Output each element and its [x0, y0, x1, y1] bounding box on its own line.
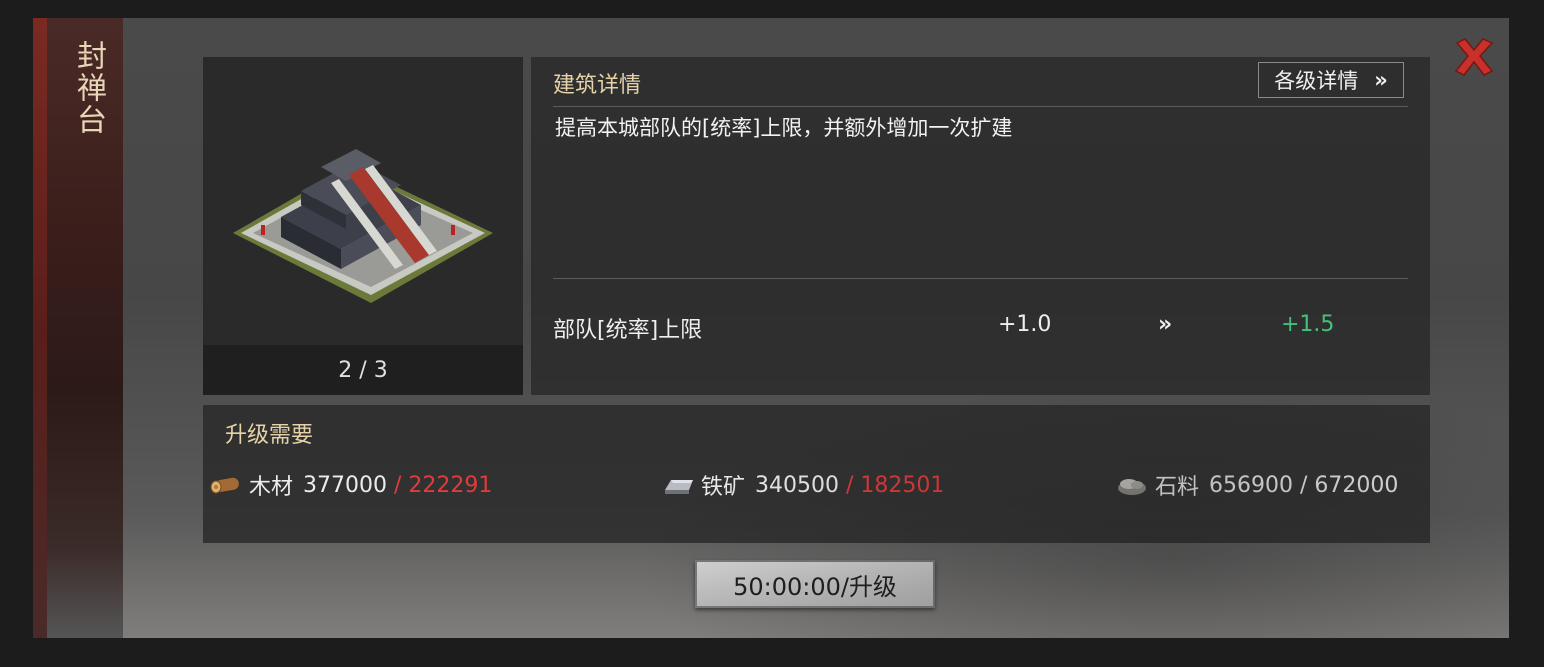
building-description: 提高本城部队的[统率]上限，并额外增加一次扩建 — [555, 116, 1013, 140]
resource-required: 222291 — [408, 472, 493, 498]
upgrade-button[interactable]: 50:00:00/升级 — [695, 560, 935, 608]
resource-required: 182501 — [860, 472, 945, 498]
building-dialog: 封禅台 2 / 3 建筑详情 各级详情 » 提高本城部队的[统率]上限，并额外增… — [33, 18, 1509, 638]
iron-ingot-icon — [665, 480, 693, 494]
requirements-panel: 升级需要 木材 377000 / 222291 铁矿 340500 / 1825… — [203, 405, 1430, 543]
stat-current-value: +1.0 — [998, 312, 1052, 337]
close-icon — [1454, 38, 1494, 76]
resource-owned: 656900 — [1209, 472, 1293, 498]
details-panel: 建筑详情 各级详情 » 提高本城部队的[统率]上限，并额外增加一次扩建 部队[统… — [531, 57, 1430, 395]
building-image — [233, 149, 493, 303]
divider — [553, 106, 1408, 107]
resource-separator: / — [1293, 472, 1315, 498]
page-indicator: 2 / 3 — [203, 345, 523, 395]
stat-next-value: +1.5 — [1281, 312, 1335, 337]
level-details-label: 各级详情 — [1274, 69, 1359, 93]
resource-separator: / — [839, 472, 861, 498]
close-button[interactable] — [1451, 34, 1497, 80]
requirements-title: 升级需要 — [225, 423, 314, 448]
building-name: 封禅台 — [71, 40, 106, 136]
resource-separator: / — [387, 472, 409, 498]
double-chevron-right-icon: » — [1158, 312, 1173, 337]
stat-row: 部队[统率]上限 +1.0 » +1.5 — [553, 312, 1413, 344]
building-image-panel: 2 / 3 — [203, 57, 523, 395]
resource-required: 672000 — [1314, 472, 1399, 498]
side-banner: 封禅台 — [33, 18, 123, 638]
stone-icon — [1118, 479, 1146, 495]
level-details-button[interactable]: 各级详情 » — [1258, 62, 1404, 98]
divider — [553, 278, 1408, 279]
resource-stone: 石料 656900 / 672000 — [1115, 469, 1398, 501]
double-chevron-right-icon: » — [1374, 68, 1388, 92]
resource-name: 木材 — [249, 475, 294, 500]
resource-wood: 木材 377000 / 222291 — [209, 469, 492, 501]
resource-iron: 铁矿 340500 / 182501 — [661, 469, 944, 501]
resource-owned: 340500 — [755, 472, 839, 498]
details-title: 建筑详情 — [553, 73, 642, 98]
stat-label: 部队[统率]上限 — [553, 318, 703, 343]
wood-log-icon — [210, 477, 239, 494]
resource-owned: 377000 — [303, 472, 387, 498]
resource-name: 铁矿 — [701, 475, 746, 500]
resource-name: 石料 — [1155, 475, 1200, 500]
